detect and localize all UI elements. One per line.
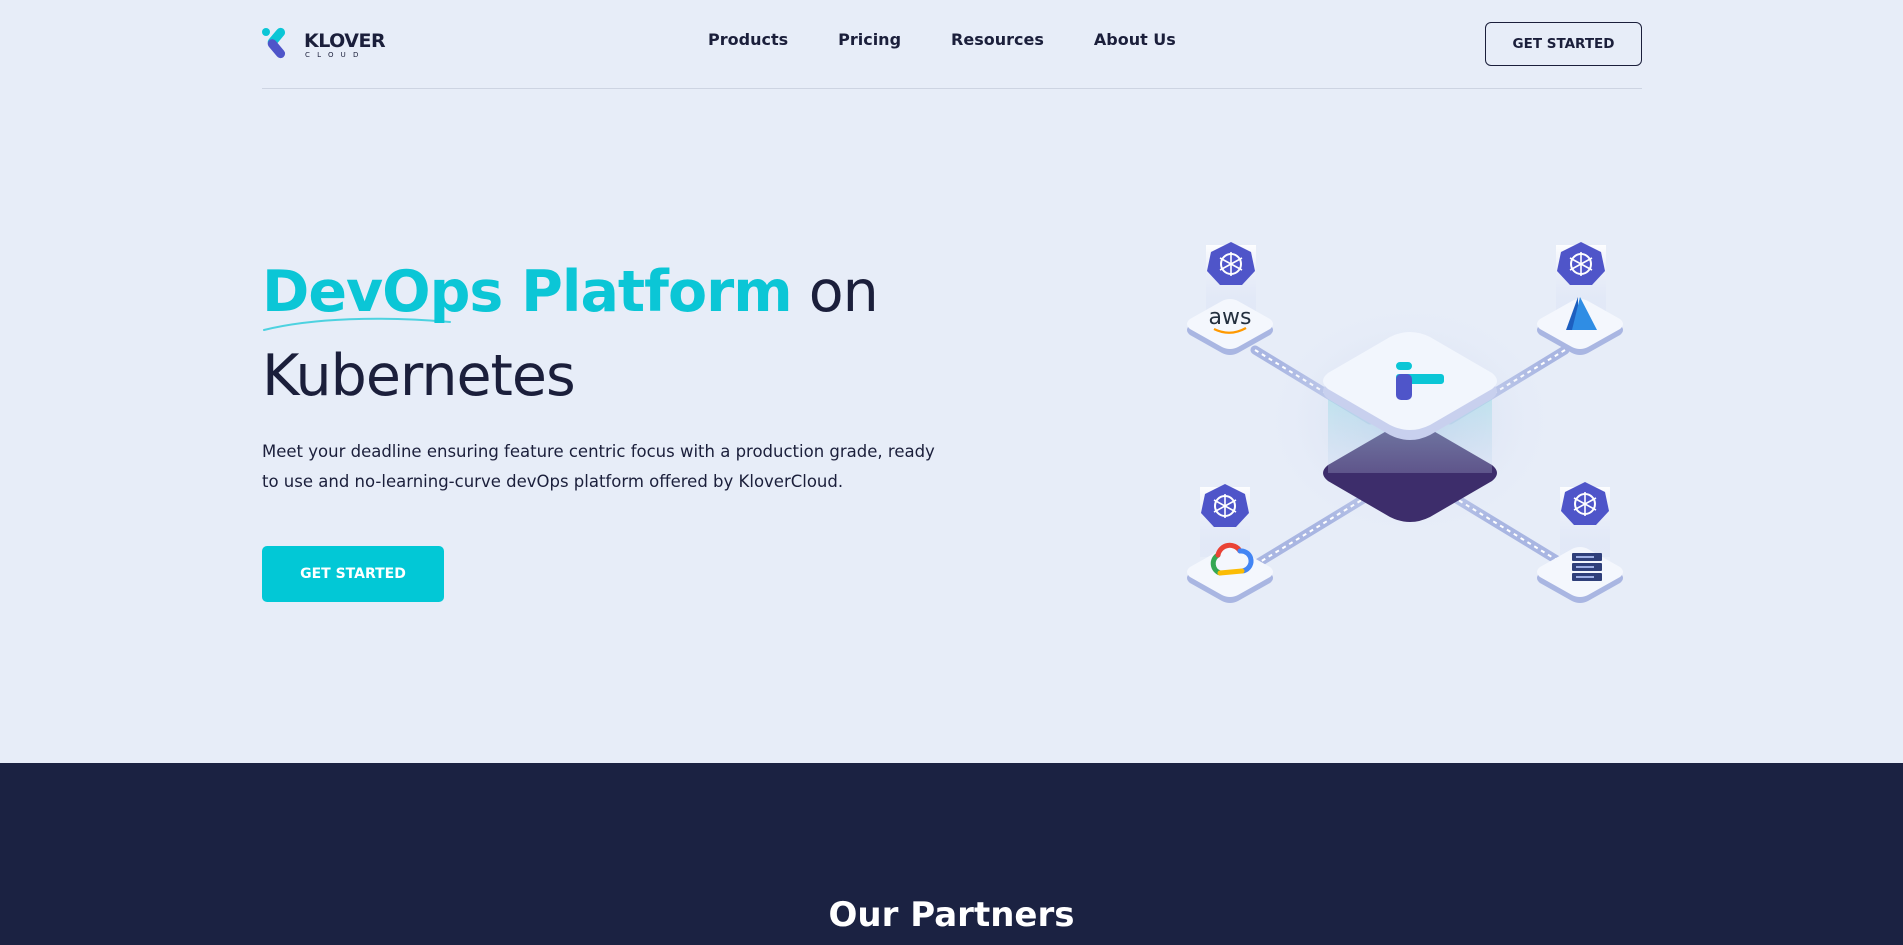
google-cloud-node <box>1187 484 1273 603</box>
klovercloud-logo[interactable]: KLOVER CLOUD <box>262 24 386 62</box>
partners-section: Our Partners <box>0 763 1903 945</box>
nav-item-products[interactable]: Products <box>708 30 788 49</box>
logo-wordmark: KLOVER <box>304 30 386 52</box>
logo-subtitle: CLOUD <box>305 51 366 59</box>
server-rack-icon <box>1572 553 1602 581</box>
hero-title-rest: on <box>791 259 879 325</box>
nav-item-about-us[interactable]: About Us <box>1094 30 1176 49</box>
svg-text:aws: aws <box>1209 305 1252 330</box>
aws-node: aws <box>1187 242 1273 355</box>
azure-node <box>1537 242 1623 355</box>
site-header: KLOVER CLOUD Products Pricing Resources … <box>262 0 1642 89</box>
header-get-started-button[interactable]: GET STARTED <box>1485 22 1642 66</box>
nav-item-resources[interactable]: Resources <box>951 30 1044 49</box>
title-underline-swoosh <box>263 317 451 331</box>
partners-title: Our Partners <box>828 895 1075 935</box>
nav-item-pricing[interactable]: Pricing <box>838 30 901 49</box>
hero-description: Meet your deadline ensuring feature cent… <box>262 442 935 491</box>
server-node <box>1537 482 1623 603</box>
kubernetes-platform-illustration: aws <box>1187 242 1623 603</box>
hero-get-started-button[interactable]: GET STARTED <box>262 546 444 602</box>
klovercloud-logo-icon <box>262 27 286 59</box>
hero-title-line2: Kubernetes <box>262 343 576 409</box>
main-nav: Products Pricing Resources About Us <box>708 30 1176 49</box>
